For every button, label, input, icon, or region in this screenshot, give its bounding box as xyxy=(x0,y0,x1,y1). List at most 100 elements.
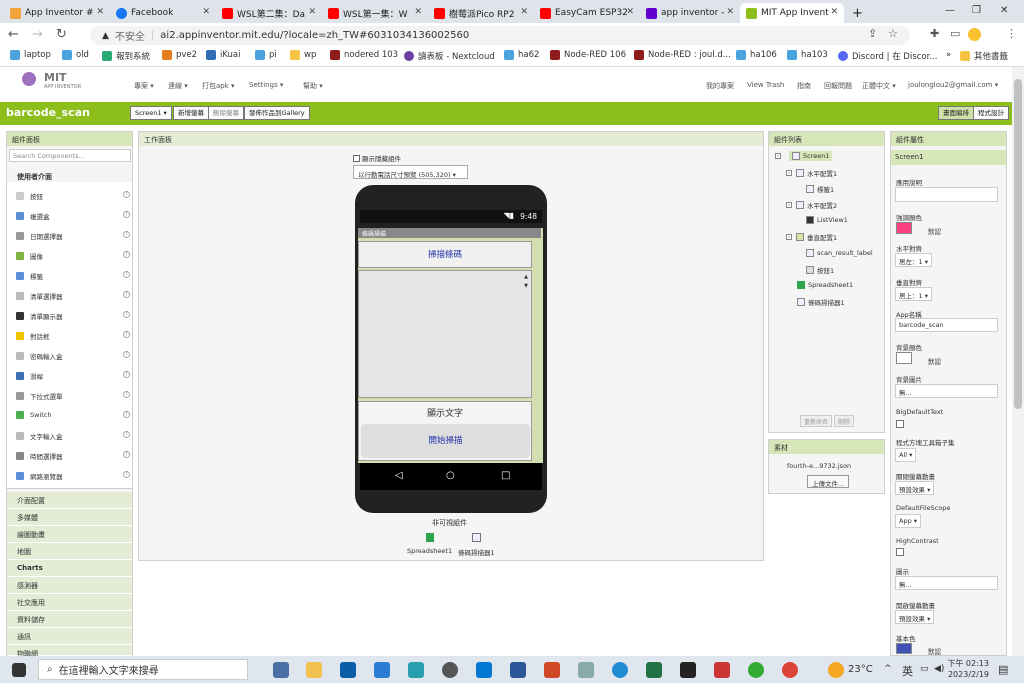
close-animation-select[interactable]: 預設效果 ▾ xyxy=(895,481,935,495)
help-icon[interactable]: ? xyxy=(123,451,130,458)
app-icon[interactable] xyxy=(680,662,696,678)
filescope-select[interactable]: App ▾ xyxy=(895,514,922,528)
component-search-input[interactable]: Search Components... xyxy=(9,149,131,162)
tree-label1[interactable]: 標籤1 xyxy=(806,184,834,194)
weather-temp[interactable]: 23°C xyxy=(848,664,873,675)
app-inventor-logo-icon[interactable] xyxy=(22,72,36,86)
tab-facebook[interactable]: Facebook ✕ xyxy=(110,3,216,23)
link-view-trash[interactable]: View Trash xyxy=(747,81,784,89)
tab-wsl-1[interactable]: WSL第一集：W ✕ xyxy=(322,3,428,23)
language-menu[interactable]: 正體中文 ▾ xyxy=(862,81,896,91)
palette-category[interactable]: 社交應用 xyxy=(7,594,132,611)
extensions-icon[interactable]: ✚ xyxy=(930,27,939,40)
reload-icon[interactable]: ↻ xyxy=(56,27,67,42)
rename-button[interactable]: 重新命名 xyxy=(800,415,833,427)
chrome-icon[interactable] xyxy=(782,662,798,678)
close-icon[interactable]: ✕ xyxy=(830,7,838,17)
tree-screen1[interactable]: Screen1 xyxy=(789,151,833,161)
tree-vertical-arrangement-1[interactable]: 垂直配置1 xyxy=(796,232,837,242)
blocks-toolkit-select[interactable]: All ▾ xyxy=(895,448,917,462)
bookmark-item[interactable]: wp xyxy=(290,50,316,60)
about-screen-input[interactable] xyxy=(895,187,998,202)
tree-listview1[interactable]: ListView1 xyxy=(806,216,848,224)
clock-time[interactable]: 下午 02:13 xyxy=(944,658,989,669)
palette-item-spinner[interactable]: 下拉式選單 xyxy=(16,391,63,401)
help-icon[interactable]: ? xyxy=(123,371,130,378)
file-explorer-icon[interactable] xyxy=(306,662,322,678)
align-vertical-select[interactable]: 居上：1 ▾ xyxy=(895,287,932,301)
close-icon[interactable]: ✕ xyxy=(308,7,316,17)
designer-button[interactable]: 畫面編排 xyxy=(938,106,974,120)
help-icon[interactable]: ? xyxy=(123,271,130,278)
bookmark-item[interactable]: laptop xyxy=(10,50,51,60)
palette-item-passwordtextbox[interactable]: 密碼輸入盒 xyxy=(16,351,63,361)
taskbar-search-box[interactable]: ⌕ 在這裡輸入文字來搜尋 xyxy=(38,659,248,680)
new-tab-button[interactable]: + xyxy=(846,3,866,23)
paint-icon[interactable] xyxy=(578,662,594,678)
palette-item-listview[interactable]: 清單顯示器 xyxy=(16,311,63,321)
tree-barcode-scanner1[interactable]: 條碼掃描器1 xyxy=(797,297,845,307)
bookmark-item[interactable]: pve2 xyxy=(162,50,197,60)
address-bar[interactable]: ▲ 不安全 | ai2.appinventor.mit.edu/?locale=… xyxy=(90,26,910,45)
bookmark-item[interactable]: iKuai xyxy=(206,50,240,60)
palette-item-slider[interactable]: 滑桿 xyxy=(16,371,43,381)
tree-spreadsheet1[interactable]: Spreadsheet1 xyxy=(797,281,853,289)
listview-1[interactable]: ▲ ▼ xyxy=(358,270,532,398)
tab-app-inventor-forum[interactable]: App Inventor # ✕ xyxy=(4,3,110,23)
link-guide[interactable]: 指南 xyxy=(797,81,811,91)
palette-item-label[interactable]: 標籤 xyxy=(16,271,43,281)
palette-section-ui[interactable]: 使用者介面 xyxy=(17,172,52,182)
align-horizontal-select[interactable]: 居左：1 ▾ xyxy=(895,253,932,267)
palette-item-textbox[interactable]: 文字輸入盒 xyxy=(16,431,63,441)
bookmark-item[interactable]: Node-RED 106 xyxy=(550,50,626,60)
collapse-icon[interactable]: - xyxy=(786,170,792,176)
bookmark-item[interactable]: ha106 xyxy=(736,50,777,60)
other-bookmarks[interactable]: 其他書籤 xyxy=(960,50,1008,62)
background-color-swatch[interactable] xyxy=(896,352,912,364)
collapse-icon[interactable]: - xyxy=(786,234,792,240)
background-image-input[interactable]: 無... xyxy=(895,384,998,398)
collapse-icon[interactable]: - xyxy=(786,202,792,208)
palette-item-notifier[interactable]: 對話框 xyxy=(16,331,50,341)
excel-icon[interactable] xyxy=(646,662,662,678)
app-icon[interactable] xyxy=(748,662,764,678)
checkbox[interactable] xyxy=(353,154,360,162)
add-screen-button[interactable]: 新增螢幕 xyxy=(173,106,209,120)
clock-date[interactable]: 2023/2/19 xyxy=(944,670,989,679)
help-icon[interactable]: ? xyxy=(123,211,130,218)
palette-item-button[interactable]: 按鈕 xyxy=(16,191,43,201)
notification-icon[interactable]: ▤ xyxy=(998,663,1008,676)
help-icon[interactable]: ? xyxy=(123,431,130,438)
close-icon[interactable]: ✕ xyxy=(626,7,634,17)
app-icon[interactable] xyxy=(408,662,424,678)
calculator-icon[interactable] xyxy=(273,662,289,678)
delete-button[interactable]: 刪除 xyxy=(834,415,855,427)
help-icon[interactable]: ? xyxy=(123,251,130,258)
powerpoint-icon[interactable] xyxy=(544,662,560,678)
palette-category[interactable]: 資料儲存 xyxy=(7,611,132,628)
palette-category[interactable]: 感測器 xyxy=(7,577,132,594)
menu-icon[interactable]: ⋮ xyxy=(1006,27,1017,40)
app-icon[interactable] xyxy=(374,662,390,678)
store-icon[interactable] xyxy=(476,662,492,678)
preview-size-select[interactable]: 以行動電話尺寸預覽 (505,320) ▾ xyxy=(353,165,468,179)
weather-icon[interactable] xyxy=(828,662,844,678)
help-icon[interactable]: ? xyxy=(123,351,130,358)
tab-easycam[interactable]: EasyCam ESP32 ✕ xyxy=(534,3,640,23)
tab-yahoo-search[interactable]: app inventor - ✕ xyxy=(640,3,740,23)
share-icon[interactable]: ⇪ xyxy=(868,27,877,40)
palette-item-timepicker[interactable]: 時間選擇器 xyxy=(16,451,63,461)
palette-category[interactable]: 通訊 xyxy=(7,628,132,645)
minimize-icon[interactable]: — xyxy=(945,5,955,16)
bookmark-item[interactable]: old xyxy=(62,50,89,60)
palette-category[interactable]: 介面配置 xyxy=(7,492,132,509)
bookmark-item[interactable]: 讀表板 - Nextcloud xyxy=(404,50,495,62)
tray-expand-icon[interactable]: ^ xyxy=(884,664,892,674)
nonvisible-barcode-scanner1[interactable]: 條碼掃描器1 xyxy=(458,547,495,557)
palette-item-image[interactable]: 圖像 xyxy=(16,251,43,261)
help-icon[interactable]: ? xyxy=(123,231,130,238)
palette-category[interactable]: 地圖 xyxy=(7,543,132,560)
close-icon[interactable]: ✕ xyxy=(202,7,210,17)
link-report-issue[interactable]: 回報問題 xyxy=(824,81,852,91)
publish-gallery-button[interactable]: 發佈作品到Gallery xyxy=(244,106,310,120)
